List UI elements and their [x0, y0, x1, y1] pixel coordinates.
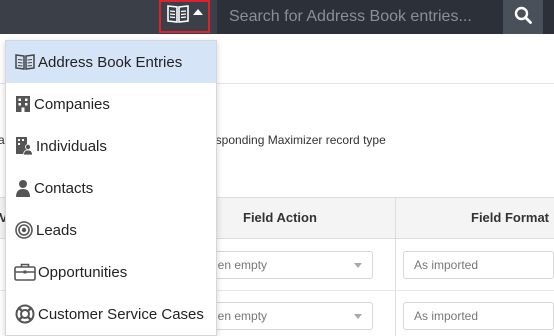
column-header-field-format: Field Format: [471, 210, 550, 225]
column-header-field-action: Field Action: [243, 210, 317, 225]
module-switcher-button[interactable]: [159, 0, 210, 33]
menu-item-label: Customer Service Cases: [38, 305, 204, 323]
module-dropdown-menu: Address Book Entries Companies Individua…: [5, 40, 217, 336]
menu-item-companies[interactable]: Companies: [6, 83, 216, 125]
menu-item-label: Opportunities: [38, 263, 128, 281]
description-lead: a: [0, 133, 5, 147]
menu-item-opportunities[interactable]: Opportunities: [6, 251, 216, 293]
field-format-value: As imported: [414, 309, 479, 323]
address-book-icon: [166, 4, 190, 29]
description-tail: esponding Maximizer record type: [209, 133, 386, 147]
address-book-icon: [14, 53, 36, 71]
building-icon: [14, 95, 32, 113]
field-action-select[interactable]: hen empty: [200, 302, 373, 330]
search-button[interactable]: [503, 0, 543, 34]
individual-icon: [14, 136, 34, 156]
topbar-edge: [543, 0, 554, 34]
field-action-value: hen empty: [211, 258, 268, 272]
menu-item-label: Contacts: [34, 179, 94, 197]
field-format-select[interactable]: As imported: [403, 302, 554, 330]
menu-item-individuals[interactable]: Individuals: [6, 125, 216, 167]
person-icon: [14, 179, 32, 197]
menu-item-contacts[interactable]: Contacts: [6, 167, 216, 209]
top-bar: [0, 0, 554, 34]
column-divider: [395, 197, 396, 336]
chevron-down-icon: [354, 314, 362, 319]
search-input[interactable]: [217, 0, 503, 34]
chevron-down-icon: [354, 263, 362, 268]
menu-item-label: Individuals: [36, 137, 107, 155]
lifebuoy-icon: [14, 304, 36, 324]
menu-item-leads[interactable]: Leads: [6, 209, 216, 251]
briefcase-icon: [14, 263, 36, 281]
field-format-select[interactable]: As imported: [403, 251, 554, 279]
target-icon: [14, 221, 34, 239]
menu-item-label: Leads: [36, 221, 77, 239]
field-action-value: hen empty: [211, 309, 268, 323]
search-icon: [514, 6, 532, 29]
menu-item-label: Companies: [34, 95, 110, 113]
field-format-value: As imported: [414, 258, 479, 272]
menu-item-address-book-entries[interactable]: Address Book Entries: [6, 41, 216, 83]
caret-up-icon: [193, 8, 203, 15]
menu-item-label: Address Book Entries: [38, 53, 183, 71]
menu-item-customer-service-cases[interactable]: Customer Service Cases: [6, 293, 216, 335]
search-box: [217, 0, 503, 34]
field-action-select[interactable]: hen empty: [200, 251, 373, 279]
